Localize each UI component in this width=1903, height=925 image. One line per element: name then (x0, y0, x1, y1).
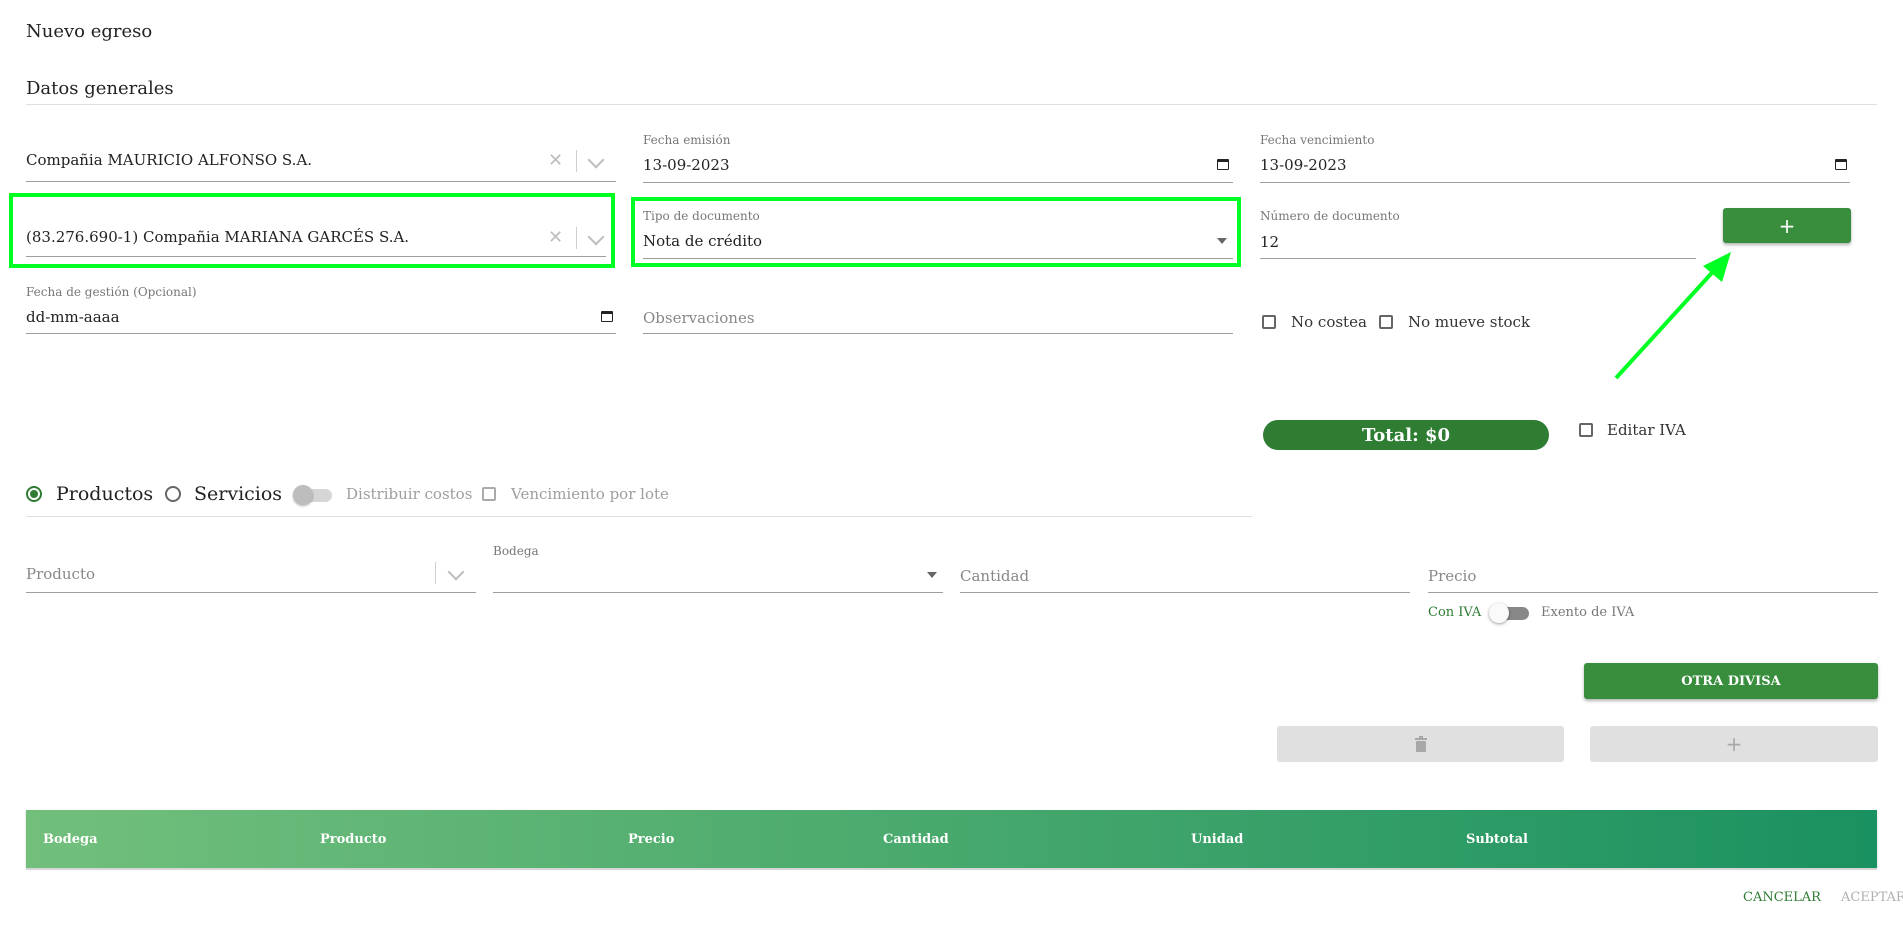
precio-input[interactable]: Precio (1428, 567, 1476, 585)
table-bottom-border (26, 868, 1877, 870)
editar-iva-label: Editar IVA (1607, 421, 1686, 439)
tipo-documento-label: Tipo de documento (643, 209, 760, 223)
servicios-radio-label: Servicios (194, 483, 283, 505)
radio-selected-dot (30, 490, 38, 498)
column-header-bodega: Bodega (43, 832, 98, 847)
fecha-gestion-label: Fecha de gestión (Opcional) (26, 285, 197, 299)
trash-icon (1414, 736, 1427, 752)
fecha-gestion-input[interactable]: dd-mm-aaaa (26, 308, 120, 326)
distribuir-costos-label: Distribuir costos (346, 485, 473, 503)
chevron-down-icon[interactable] (447, 563, 465, 581)
cancel-button[interactable]: CANCELAR (1743, 890, 1821, 905)
item-type-divider (26, 516, 1252, 517)
servicios-radio[interactable] (165, 486, 181, 502)
total-amount: Total: $0 (1263, 420, 1549, 450)
column-header-unidad: Unidad (1191, 832, 1244, 847)
fecha-gestion-underline (26, 333, 616, 334)
caret-down-icon[interactable] (927, 572, 937, 578)
otra-divisa-button[interactable]: OTRA DIVISA (1584, 663, 1878, 699)
fecha-vencimiento-label: Fecha vencimiento (1260, 133, 1375, 147)
column-header-cantidad: Cantidad (883, 832, 949, 847)
editar-iva-checkbox[interactable] (1579, 423, 1593, 437)
accept-button[interactable]: ACEPTAR (1841, 890, 1903, 905)
column-header-precio: Precio (628, 832, 675, 847)
items-table-header: Bodega Producto Precio Cantidad Unidad S… (26, 810, 1877, 868)
exento-iva-label: Exento de IVA (1541, 605, 1635, 620)
producto-underline (26, 592, 476, 593)
caret-down-icon[interactable] (1217, 238, 1227, 244)
calendar-icon[interactable] (1835, 159, 1847, 170)
no-costea-checkbox[interactable] (1262, 315, 1276, 329)
cantidad-underline (960, 592, 1410, 593)
toggle-knob (293, 485, 313, 505)
section-title: Datos generales (26, 78, 174, 99)
page-title: Nuevo egreso (26, 21, 153, 42)
productos-radio-label: Productos (56, 483, 154, 505)
calendar-icon[interactable] (601, 311, 613, 322)
bodega-label: Bodega (493, 544, 539, 558)
observaciones-input[interactable]: Observaciones (643, 309, 755, 327)
tipo-documento-underline (643, 258, 1233, 259)
delete-item-button[interactable] (1277, 726, 1564, 762)
no-mueve-stock-checkbox[interactable] (1379, 315, 1393, 329)
precio-underline (1428, 592, 1878, 593)
toggle-knob (1489, 603, 1509, 623)
column-header-producto: Producto (320, 832, 387, 847)
section-divider (26, 104, 1877, 105)
clear-icon[interactable]: ✕ (548, 227, 563, 248)
fecha-emision-underline (643, 182, 1233, 183)
column-header-subtotal: Subtotal (1466, 832, 1528, 847)
con-iva-label: Con IVA (1428, 605, 1482, 620)
annotation-arrow (1614, 252, 1731, 380)
no-costea-label: No costea (1291, 313, 1367, 331)
cantidad-input[interactable]: Cantidad (960, 567, 1029, 585)
add-document-number-button[interactable]: + (1723, 208, 1851, 243)
add-item-button[interactable]: + (1590, 726, 1878, 762)
clear-icon[interactable]: ✕ (548, 150, 563, 171)
chevron-down-icon[interactable] (587, 151, 605, 169)
bodega-select-underline[interactable] (493, 592, 943, 593)
numero-documento-label: Número de documento (1260, 209, 1400, 223)
select-separator (576, 227, 577, 249)
proveedor-select-value[interactable]: (83.276.690-1) Compañia MARIANA GARCÉS S… (26, 228, 409, 246)
company-select-underline (26, 181, 616, 182)
tipo-documento-select[interactable]: Nota de crédito (643, 232, 762, 250)
numero-documento-input[interactable]: 12 (1260, 233, 1279, 251)
no-mueve-stock-label: No mueve stock (1408, 313, 1531, 331)
proveedor-select-underline (26, 256, 606, 257)
fecha-vencimiento-underline (1260, 182, 1850, 183)
vencimiento-lote-label: Vencimiento por lote (511, 485, 669, 503)
company-select-value[interactable]: Compañia MAURICIO ALFONSO S.A. (26, 151, 312, 169)
observaciones-underline (643, 333, 1233, 334)
vencimiento-lote-checkbox[interactable] (482, 487, 496, 501)
calendar-icon[interactable] (1217, 159, 1229, 170)
fecha-emision-input[interactable]: 13-09-2023 (643, 156, 729, 174)
fecha-vencimiento-input[interactable]: 13-09-2023 (1260, 156, 1346, 174)
productos-radio[interactable] (26, 486, 42, 502)
select-separator (576, 150, 577, 172)
select-separator (435, 562, 436, 584)
fecha-emision-label: Fecha emisión (643, 133, 731, 147)
producto-select[interactable]: Producto (26, 565, 95, 583)
